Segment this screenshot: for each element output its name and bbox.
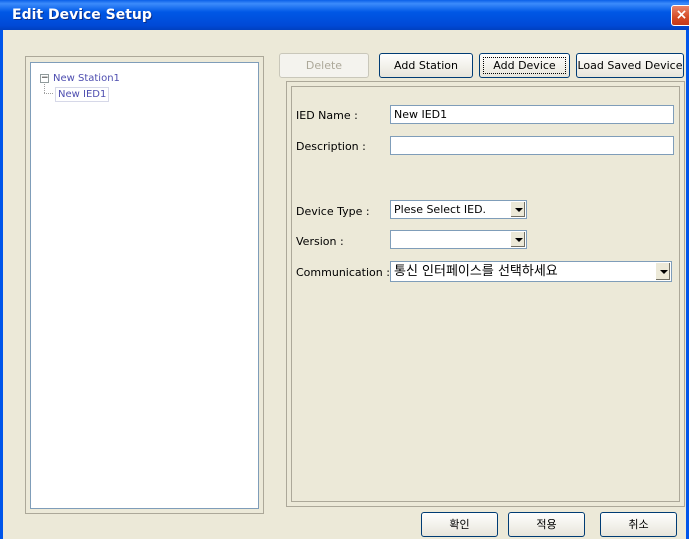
tree-connector xyxy=(44,93,53,94)
device-type-select[interactable]: Plese Select IED. xyxy=(390,200,527,219)
tree-connector xyxy=(44,84,45,93)
version-select[interactable] xyxy=(390,230,527,249)
close-icon[interactable]: × xyxy=(671,5,689,26)
delete-button[interactable]: Delete xyxy=(279,53,369,78)
ied-name-label: IED Name : xyxy=(296,109,358,122)
communication-value: 통신 인터페이스를 선택하세요 xyxy=(394,264,558,279)
description-label: Description : xyxy=(296,140,366,153)
device-type-label: Device Type : xyxy=(296,205,370,218)
title-bar[interactable]: Edit Device Setup × xyxy=(0,0,689,30)
window-title: Edit Device Setup xyxy=(12,7,152,23)
tree-node-station[interactable]: New Station1 xyxy=(53,73,120,84)
add-device-button[interactable]: Add Device xyxy=(479,53,570,78)
cancel-button[interactable]: 취소 xyxy=(600,512,677,537)
ied-name-input[interactable]: New IED1 xyxy=(390,105,674,124)
tree-group-box: − New Station1 New IED1 xyxy=(25,56,264,514)
apply-button[interactable]: 적용 xyxy=(508,512,585,537)
chevron-down-icon[interactable] xyxy=(655,263,670,280)
ok-button[interactable]: 확인 xyxy=(421,512,498,537)
communication-label: Communication : xyxy=(296,266,390,279)
device-tree[interactable]: − New Station1 New IED1 xyxy=(30,62,259,509)
description-input[interactable] xyxy=(390,136,674,155)
tree-node-device[interactable]: New IED1 xyxy=(55,87,110,102)
device-type-value: Plese Select IED. xyxy=(394,203,487,216)
communication-select[interactable]: 통신 인터페이스를 선택하세요 xyxy=(390,261,672,282)
chevron-down-icon[interactable] xyxy=(510,232,525,247)
load-saved-device-button[interactable]: Load Saved Device xyxy=(576,53,684,78)
collapse-icon[interactable]: − xyxy=(40,74,49,83)
add-station-button[interactable]: Add Station xyxy=(379,53,473,78)
chevron-down-icon[interactable] xyxy=(510,202,525,217)
version-label: Version : xyxy=(296,235,344,248)
